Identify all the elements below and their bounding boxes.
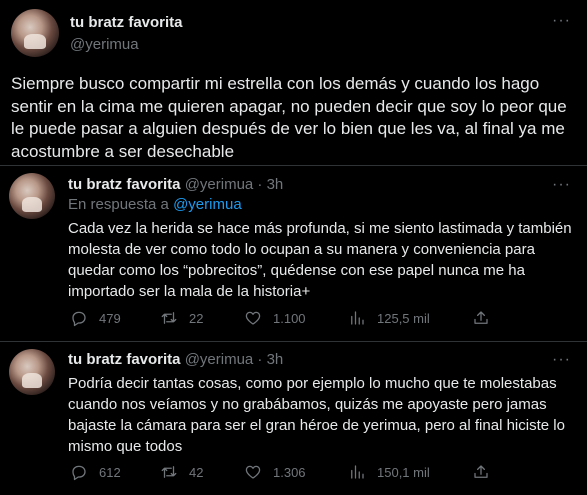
tweet-text: Podría decir tantas cosas, como por ejem… bbox=[68, 375, 565, 455]
views-button[interactable]: 150,1 mil bbox=[348, 463, 430, 481]
more-icon[interactable]: ··· bbox=[552, 352, 571, 368]
tweet-thread: tu bratz favorita @yerimua ··· Siempre b… bbox=[0, 0, 587, 495]
reply-count: 612 bbox=[99, 464, 121, 480]
tweet-text: Siempre busco compartir mi estrella con … bbox=[11, 74, 567, 161]
reply-count: 479 bbox=[99, 310, 121, 326]
action-bar: 479 22 1.100 125,5 mil bbox=[68, 309, 568, 329]
divider bbox=[0, 341, 587, 342]
handle-time[interactable]: @yerimua · 3h bbox=[185, 176, 284, 193]
views-icon bbox=[351, 465, 364, 479]
handle[interactable]: @yerimua bbox=[70, 36, 139, 53]
like-button[interactable]: 1.100 bbox=[244, 309, 306, 327]
more-icon[interactable]: ··· bbox=[552, 13, 571, 29]
more-icon[interactable]: ··· bbox=[552, 177, 571, 193]
like-button[interactable]: 1.306 bbox=[244, 463, 306, 481]
display-name[interactable]: tu bratz favorita bbox=[68, 351, 181, 368]
share-button[interactable] bbox=[472, 309, 490, 327]
avatar[interactable] bbox=[9, 349, 55, 395]
handle-time[interactable]: @yerimua · 3h bbox=[185, 351, 284, 368]
like-count: 1.306 bbox=[273, 464, 306, 480]
retweet-icon bbox=[161, 466, 177, 478]
reply-icon bbox=[72, 465, 86, 481]
display-name[interactable]: tu bratz favorita bbox=[70, 14, 183, 31]
views-count: 150,1 mil bbox=[377, 464, 430, 480]
tweet-text: Cada vez la herida se hace más profunda,… bbox=[68, 220, 572, 300]
views-button[interactable]: 125,5 mil bbox=[348, 309, 430, 327]
retweet-count: 22 bbox=[189, 310, 204, 326]
divider bbox=[0, 165, 587, 166]
replying-prefix: En respuesta a bbox=[68, 196, 169, 213]
display-name[interactable]: tu bratz favorita bbox=[68, 176, 181, 193]
share-button[interactable] bbox=[472, 463, 490, 481]
share-icon bbox=[474, 311, 488, 324]
replying-to: En respuesta a @yerimua bbox=[68, 196, 242, 213]
like-icon bbox=[245, 311, 261, 325]
retweet-count: 42 bbox=[189, 464, 204, 480]
like-count: 1.100 bbox=[273, 310, 306, 326]
views-count: 125,5 mil bbox=[377, 310, 430, 326]
share-icon bbox=[474, 465, 488, 478]
reply-header: tu bratz favorita @yerimua · 3h bbox=[68, 351, 283, 368]
retweet-icon bbox=[161, 312, 177, 324]
reply-header: tu bratz favorita @yerimua · 3h bbox=[68, 176, 283, 193]
views-icon bbox=[351, 311, 364, 325]
reply-button[interactable]: 612 bbox=[70, 463, 121, 481]
retweet-button[interactable]: 42 bbox=[160, 463, 203, 481]
avatar[interactable] bbox=[11, 9, 59, 57]
avatar[interactable] bbox=[9, 173, 55, 219]
like-icon bbox=[245, 465, 261, 479]
action-bar: 612 42 1.306 150,1 mil bbox=[68, 463, 568, 483]
reply-icon bbox=[72, 311, 86, 327]
reply-button[interactable]: 479 bbox=[70, 309, 121, 327]
mention-link[interactable]: @yerimua bbox=[173, 196, 242, 213]
retweet-button[interactable]: 22 bbox=[160, 309, 203, 327]
